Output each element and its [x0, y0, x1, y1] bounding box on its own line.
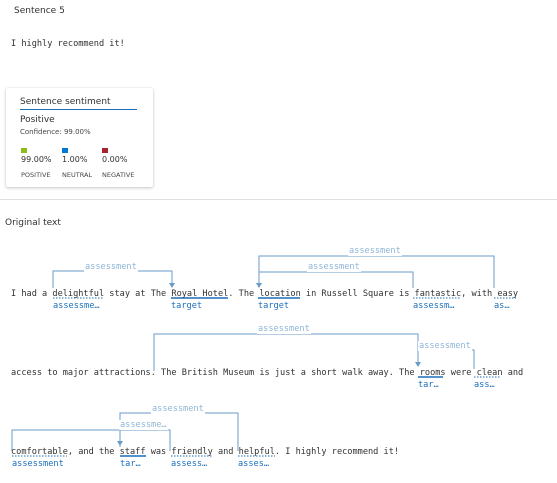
- tag-target: tar…: [418, 380, 439, 390]
- arrow-rooms: [415, 362, 421, 367]
- original-line-1: I had a delightful stay at The Royal Hot…: [11, 289, 519, 299]
- original-line-2: access to major attractions. The British…: [11, 368, 524, 378]
- arc-label: assessment: [257, 324, 311, 334]
- tag-assessment: assess…: [171, 459, 208, 469]
- arrow-staff: [117, 441, 123, 446]
- arc-label: assessment: [348, 246, 402, 256]
- tag-assessment: assessment: [12, 459, 64, 469]
- arc-label: assessment: [307, 262, 361, 272]
- tag-assessment: as…: [494, 301, 510, 311]
- tag-assessment: asses…: [238, 459, 270, 469]
- arc-label: assessment: [151, 404, 205, 414]
- relation-lines: [11, 255, 516, 457]
- tag-target: target: [171, 301, 203, 311]
- tag-assessment: ass…: [474, 380, 495, 390]
- arc-label: assessment: [418, 341, 472, 351]
- tag-assessment: assessme…: [53, 301, 100, 311]
- arc-label: assessme…: [119, 420, 168, 430]
- original-line-3: comfortable, and the staff was friendly …: [11, 447, 400, 457]
- tag-target: target: [258, 301, 290, 311]
- arrow-royal-hotel: [169, 283, 175, 288]
- arc-label: assessment: [84, 262, 138, 272]
- tag-target: tar…: [120, 459, 141, 469]
- arrow-location: [256, 283, 262, 288]
- tag-assessment: assessm…: [413, 301, 455, 311]
